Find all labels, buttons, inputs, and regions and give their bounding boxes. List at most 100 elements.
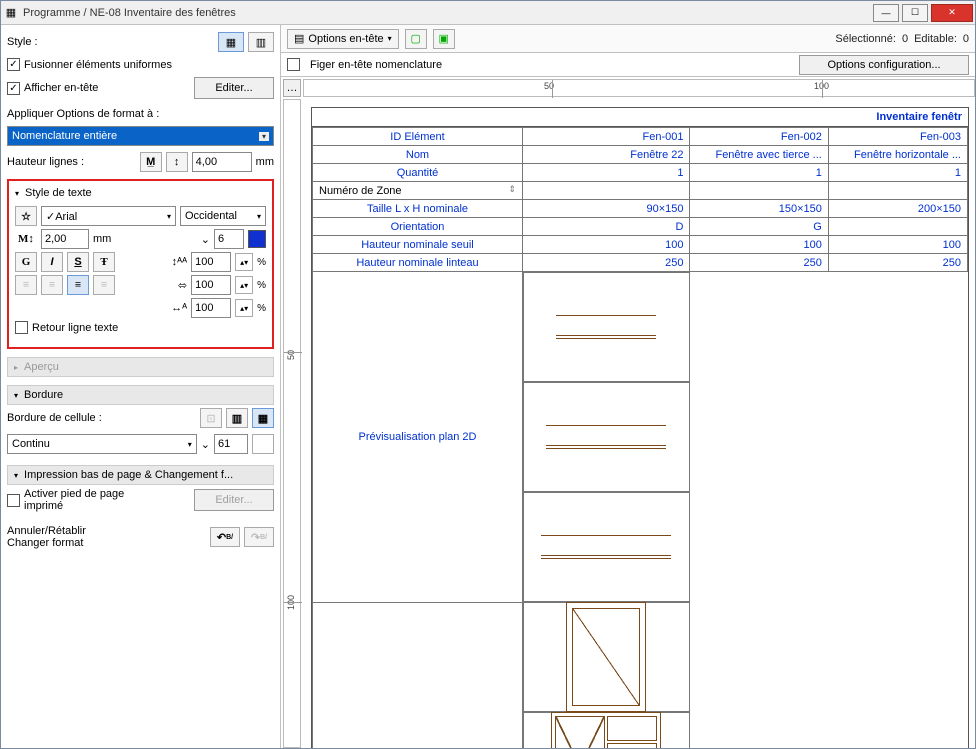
config-options-button[interactable]: Options configuration... — [799, 55, 969, 75]
cell-border-label: Bordure de cellule : — [7, 412, 102, 424]
border-all-button[interactable]: ▦ — [252, 408, 274, 428]
footer-enable-checkbox[interactable] — [7, 494, 20, 507]
border-pen-input[interactable] — [214, 434, 248, 454]
spinner-up-icon[interactable]: ▴▾ — [235, 253, 253, 271]
char-spacing-icon: ↔ᴬ — [171, 302, 187, 314]
align-right-button[interactable]: ≡ — [67, 275, 89, 295]
border-inner-button[interactable]: ▥ — [226, 408, 248, 428]
strikethrough-button[interactable]: Ŧ — [93, 252, 115, 272]
border-pen-color[interactable] — [252, 434, 274, 454]
select-tool-green[interactable]: ▢ — [405, 29, 427, 49]
app-icon: ▦ — [3, 5, 19, 21]
font-family-select[interactable]: ✓Arial ▾ — [41, 206, 176, 226]
merge-uniform-checkbox[interactable]: ✓ — [7, 58, 20, 71]
line-spacing-icon: ↕ᴬᴬ — [172, 256, 187, 268]
collapse-icon: ▾ — [15, 189, 19, 198]
freeze-header-checkbox[interactable] — [287, 58, 300, 71]
header-icon: ▤ — [294, 32, 304, 45]
chevron-down-icon: ▾ — [388, 34, 392, 43]
apply-format-label: Appliquer Options de format à : — [7, 108, 159, 120]
underline-button[interactable]: S — [67, 252, 89, 272]
align-center-button[interactable]: ≡ — [41, 275, 63, 295]
undo-format-button[interactable]: ↶B/ — [210, 527, 240, 547]
wrap-text-checkbox[interactable] — [15, 321, 28, 334]
width-spacing-input[interactable] — [191, 275, 231, 295]
border-none-button[interactable]: ⊡ — [200, 408, 222, 428]
font-script-select[interactable]: Occidental ▾ — [180, 206, 266, 226]
text-style-panel: ▾ Style de texte ☆ ✓Arial ▾ Occidental ▾ — [7, 179, 274, 349]
expand-icon: ▸ — [14, 363, 18, 372]
ruler-origin-button[interactable]: … — [283, 79, 301, 97]
row-height-label: Hauteur lignes : — [7, 156, 84, 168]
style-label: Style : — [7, 36, 38, 48]
merge-uniform-label: Fusionner éléments uniformes — [24, 59, 172, 71]
main-toolbar: ▤ Options en-tête ▾ ▢ ▣ Sélectionné: 0 E… — [281, 25, 975, 53]
preview-header[interactable]: ▸ Aperçu — [7, 357, 274, 377]
chevron-down-icon: ▾ — [167, 212, 171, 221]
text-style-header[interactable]: ▾ Style de texte — [15, 187, 266, 203]
pen-icon: ⌄ — [201, 438, 210, 451]
maximize-button[interactable]: ☐ — [902, 4, 928, 22]
spinner-icon[interactable]: ▴▾ — [235, 299, 253, 317]
align-justify-button[interactable]: ≡ — [93, 275, 115, 295]
style-grid-toggle[interactable]: ▦ — [218, 32, 244, 52]
height-mode-icon[interactable]: M̲ — [140, 152, 162, 172]
line-spacing-input[interactable] — [191, 252, 231, 272]
adjust-handle-icon[interactable]: ⇕ — [508, 184, 516, 195]
minimize-button[interactable]: — — [873, 4, 899, 22]
font-size-input[interactable] — [41, 229, 89, 249]
plan-preview-3 — [523, 492, 690, 602]
chevron-down-icon: ▾ — [257, 212, 261, 221]
footer-edit-button[interactable]: Editer... — [194, 489, 274, 511]
row-id-label: ID Elément — [313, 128, 523, 146]
pen-size-input[interactable] — [214, 229, 244, 249]
close-button[interactable]: ✕ — [931, 4, 973, 22]
bold-button[interactable]: G — [15, 252, 37, 272]
window-title: Programme / NE-08 Inventaire des fenêtre… — [23, 7, 873, 19]
undo-redo-label: Annuler/Rétablir Changer format — [7, 525, 86, 549]
border-header[interactable]: ▾ Bordure — [7, 385, 274, 405]
freeze-header-label: Figer en-tête nomenclature — [310, 59, 442, 71]
redo-format-button[interactable]: ↷B/ — [244, 527, 274, 547]
style-list-toggle[interactable]: ▥ — [248, 32, 274, 52]
chevron-down-icon: ▾ — [188, 440, 192, 449]
selected-count: 0 — [902, 33, 908, 45]
show-header-checkbox[interactable]: ✓ — [7, 82, 20, 95]
char-spacing-input[interactable] — [191, 298, 231, 318]
row-height-unit: mm — [256, 156, 274, 168]
align-left-button[interactable]: ≡ — [15, 275, 37, 295]
canvas[interactable]: … 50 100 50 100 Inventaire fenêtr — [281, 77, 975, 748]
format-sidebar: Style : ▦ ▥ ✓ Fusionner éléments uniform… — [1, 25, 281, 748]
pen-icon: ⌄ — [201, 233, 210, 246]
collapse-icon: ▾ — [14, 471, 18, 480]
ruler-vertical[interactable]: 50 100 — [283, 99, 301, 748]
favorite-icon[interactable]: ☆ — [15, 206, 37, 226]
chevron-down-icon: ▾ — [259, 132, 269, 141]
schedule-table[interactable]: Inventaire fenêtr ID Elément Fen-001 Fen… — [311, 107, 969, 748]
italic-button[interactable]: I — [41, 252, 63, 272]
text-height-icon: M↕ — [15, 229, 37, 249]
font-size-unit: mm — [93, 233, 111, 245]
height-arrows-icon[interactable]: ↕ — [166, 152, 188, 172]
plan-preview-2 — [523, 382, 690, 492]
ruler-horizontal[interactable]: 50 100 — [303, 79, 975, 97]
select-tool-green-alt[interactable]: ▣ — [433, 29, 455, 49]
format-target-select[interactable]: Nomenclature entière ▾ — [7, 126, 274, 146]
titlebar: ▦ Programme / NE-08 Inventaire des fenêt… — [1, 1, 975, 25]
plan-preview-1 — [523, 272, 690, 382]
schedule-title: Inventaire fenêtr — [312, 108, 968, 127]
width-spacing-icon: ⬄ — [178, 279, 187, 292]
line-type-select[interactable]: Continu ▾ — [7, 434, 197, 454]
spinner-icon[interactable]: ▴▾ — [235, 276, 253, 294]
editable-count: 0 — [963, 33, 969, 45]
sub-toolbar: Figer en-tête nomenclature Options confi… — [281, 53, 975, 77]
footer-header[interactable]: ▾ Impression bas de page & Changement f.… — [7, 465, 274, 485]
edit-header-button[interactable]: Editer... — [194, 77, 274, 99]
pen-color-swatch[interactable] — [248, 230, 266, 248]
elev-preview-1 — [523, 602, 690, 712]
collapse-icon: ▾ — [14, 391, 18, 400]
header-options-button[interactable]: ▤ Options en-tête ▾ — [287, 29, 399, 49]
show-header-label: Afficher en-tête — [24, 82, 98, 94]
row-height-input[interactable] — [192, 152, 252, 172]
elev-preview-2 — [523, 712, 690, 748]
